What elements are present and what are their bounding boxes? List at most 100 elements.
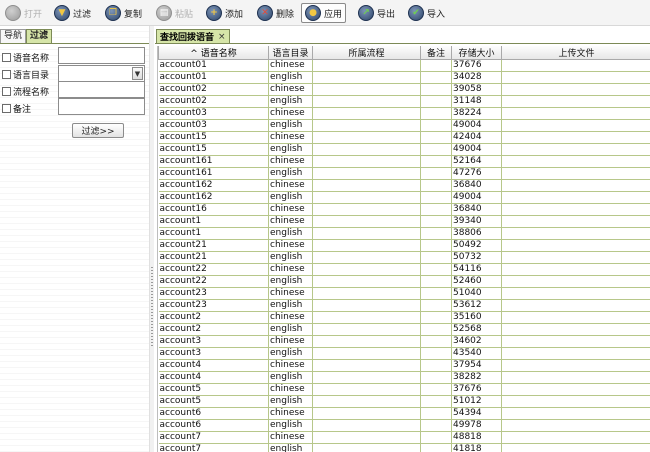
cell-voice-name[interactable]: account22 [158, 275, 269, 288]
cell-upload[interactable] [501, 155, 650, 168]
cell-size[interactable]: 49978 [451, 419, 502, 432]
voice-name-input[interactable] [58, 47, 145, 64]
cell-flow[interactable] [312, 83, 421, 96]
cell-voice-name[interactable]: account22 [158, 263, 269, 276]
apply-filter-button[interactable]: 过滤>> [72, 123, 124, 138]
cell-flow[interactable] [312, 59, 421, 72]
table-row[interactable]: account7 chinese 48818 [158, 431, 650, 444]
cell-size[interactable]: 37954 [451, 359, 502, 372]
cell-size[interactable]: 52568 [451, 323, 502, 336]
cell-upload[interactable] [501, 71, 650, 84]
cell-language-dir[interactable]: chinese [268, 383, 313, 396]
cell-note[interactable] [420, 419, 452, 432]
cell-voice-name[interactable]: account02 [158, 95, 269, 108]
cell-upload[interactable] [501, 371, 650, 384]
cell-upload[interactable] [501, 407, 650, 420]
cell-flow[interactable] [312, 95, 421, 108]
cell-size[interactable]: 47276 [451, 167, 502, 180]
cell-flow[interactable] [312, 287, 421, 300]
cell-flow[interactable] [312, 311, 421, 324]
tab-navigation[interactable]: 导航 [0, 29, 27, 43]
cell-flow[interactable] [312, 131, 421, 144]
cell-upload[interactable] [501, 347, 650, 360]
cell-flow[interactable] [312, 383, 421, 396]
cell-language-dir[interactable]: english [268, 119, 313, 132]
cell-language-dir[interactable]: english [268, 251, 313, 264]
cell-note[interactable] [420, 71, 452, 84]
cell-note[interactable] [420, 251, 452, 264]
cell-note[interactable] [420, 383, 452, 396]
cell-upload[interactable] [501, 119, 650, 132]
cell-size[interactable]: 39058 [451, 83, 502, 96]
table-row[interactable]: account01 chinese 37676 [158, 59, 650, 72]
close-icon[interactable]: × [218, 32, 226, 42]
cell-language-dir[interactable]: english [268, 191, 313, 204]
cell-size[interactable]: 49004 [451, 119, 502, 132]
table-row[interactable]: account16 chinese 36840 [158, 203, 650, 216]
cell-voice-name[interactable]: account01 [158, 71, 269, 84]
cell-voice-name[interactable]: account162 [158, 179, 269, 192]
cell-voice-name[interactable]: account3 [158, 347, 269, 360]
cell-size[interactable]: 38224 [451, 107, 502, 120]
table-row[interactable]: account5 english 51012 [158, 395, 650, 408]
cell-upload[interactable] [501, 95, 650, 108]
cell-flow[interactable] [312, 251, 421, 264]
table-row[interactable]: account2 english 52568 [158, 323, 650, 336]
cell-note[interactable] [420, 179, 452, 192]
cell-size[interactable]: 52164 [451, 155, 502, 168]
cell-upload[interactable] [501, 215, 650, 228]
cell-note[interactable] [420, 203, 452, 216]
cell-language-dir[interactable]: english [268, 227, 313, 240]
table-row[interactable]: account23 chinese 51040 [158, 287, 650, 300]
cell-voice-name[interactable]: account21 [158, 251, 269, 264]
cell-language-dir[interactable]: chinese [268, 239, 313, 252]
cell-voice-name[interactable]: account6 [158, 407, 269, 420]
language-dir-select[interactable]: ▼ [58, 65, 145, 82]
cell-voice-name[interactable]: account03 [158, 107, 269, 120]
cell-size[interactable]: 43540 [451, 347, 502, 360]
table-row[interactable]: account02 english 31148 [158, 95, 650, 108]
cell-size[interactable]: 48818 [451, 431, 502, 444]
table-row[interactable]: account21 chinese 50492 [158, 239, 650, 252]
open-button[interactable]: 打开 [2, 3, 45, 23]
cell-upload[interactable] [501, 191, 650, 204]
cell-language-dir[interactable]: chinese [268, 311, 313, 324]
cell-language-dir[interactable]: english [268, 419, 313, 432]
voice-name-checkbox[interactable] [2, 52, 11, 62]
export-button[interactable]: ↗ 导出 [355, 3, 398, 23]
cell-upload[interactable] [501, 431, 650, 444]
cell-language-dir[interactable]: english [268, 143, 313, 156]
cell-upload[interactable] [501, 335, 650, 348]
cell-language-dir[interactable]: chinese [268, 287, 313, 300]
cell-language-dir[interactable]: chinese [268, 203, 313, 216]
table-row[interactable]: account22 chinese 54116 [158, 263, 650, 276]
cell-upload[interactable] [501, 287, 650, 300]
import-button[interactable]: ✔ 导入 [405, 3, 448, 23]
cell-voice-name[interactable]: account162 [158, 191, 269, 204]
cell-voice-name[interactable]: account5 [158, 383, 269, 396]
cell-upload[interactable] [501, 323, 650, 336]
cell-voice-name[interactable]: account16 [158, 203, 269, 216]
cell-voice-name[interactable]: account4 [158, 359, 269, 372]
cell-flow[interactable] [312, 239, 421, 252]
cell-flow[interactable] [312, 431, 421, 444]
cell-size[interactable]: 50492 [451, 239, 502, 252]
cell-upload[interactable] [501, 275, 650, 288]
cell-size[interactable]: 34028 [451, 71, 502, 84]
cell-voice-name[interactable]: account23 [158, 287, 269, 300]
cell-note[interactable] [420, 323, 452, 336]
cell-voice-name[interactable]: account02 [158, 83, 269, 96]
cell-upload[interactable] [501, 83, 650, 96]
cell-flow[interactable] [312, 179, 421, 192]
flow-name-checkbox[interactable] [2, 86, 11, 96]
cell-size[interactable]: 49004 [451, 143, 502, 156]
cell-size[interactable]: 42404 [451, 131, 502, 144]
cell-upload[interactable] [501, 107, 650, 120]
cell-flow[interactable] [312, 347, 421, 360]
cell-size[interactable]: 34602 [451, 335, 502, 348]
cell-upload[interactable] [501, 419, 650, 432]
table-row[interactable]: account15 chinese 42404 [158, 131, 650, 144]
table-row[interactable]: account161 chinese 52164 [158, 155, 650, 168]
cell-upload[interactable] [501, 263, 650, 276]
cell-language-dir[interactable]: english [268, 299, 313, 312]
